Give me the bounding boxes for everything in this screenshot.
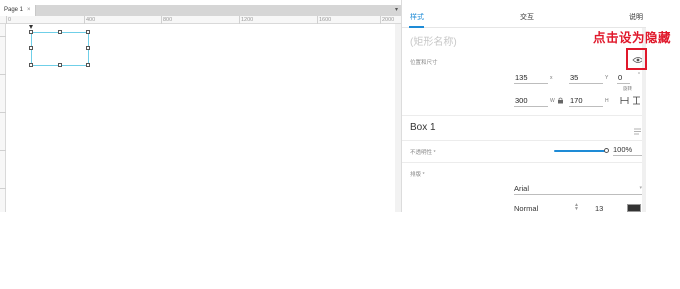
opacity-slider-handle[interactable] [604, 148, 609, 153]
opacity-label: 不透明性 * [410, 150, 436, 156]
font-size-field[interactable]: 13 [595, 204, 603, 212]
resize-handle[interactable] [58, 63, 62, 67]
resize-handle[interactable] [86, 46, 90, 50]
degree-symbol: ° [638, 72, 640, 78]
horizontal-ruler: 0 400 800 1200 1600 2000 [0, 16, 401, 24]
vertical-ruler [0, 24, 6, 212]
annotation-highlight-box [626, 48, 647, 70]
x-field[interactable]: 135 [514, 72, 548, 84]
width-axis-label: W [550, 98, 555, 104]
ruler-tick: 2000 [380, 16, 395, 24]
fit-width-icon[interactable] [620, 96, 629, 105]
font-family-select[interactable]: Arial ▾ [514, 183, 642, 195]
rotation-field[interactable]: 0 [617, 72, 630, 84]
shape-name-input[interactable]: (矩形名称) [410, 33, 457, 48]
origin-marker-icon [29, 25, 33, 29]
ruler-tick-mark [0, 36, 6, 37]
section-divider [402, 140, 646, 141]
resize-handle[interactable] [29, 46, 33, 50]
active-tab-indicator [409, 26, 424, 28]
resize-handle[interactable] [86, 63, 90, 67]
page-tab-bar: Page 1 × ▾ [0, 5, 401, 16]
rotation-label: 旋转 [623, 86, 632, 91]
resize-handle[interactable] [58, 30, 62, 34]
page-tab-page1[interactable]: Page 1 × [0, 5, 36, 16]
typography-label: 排版 * [410, 172, 425, 178]
position-size-label: 位置和尺寸 [410, 60, 438, 66]
text-color-swatch[interactable] [627, 204, 641, 212]
ruler-tick-mark [0, 150, 6, 151]
box-name-field[interactable]: Box 1 [410, 122, 436, 133]
font-size-stepper-icon[interactable]: ▲ ▼ [574, 203, 579, 212]
y-field[interactable]: 35 [569, 72, 603, 84]
canvas-area[interactable]: Page 1 × ▾ 0 400 800 1200 1600 2000 [0, 0, 401, 212]
fit-height-icon[interactable] [632, 96, 641, 105]
resize-handle[interactable] [86, 30, 90, 34]
height-field[interactable]: 170 [569, 95, 603, 107]
close-icon[interactable]: × [27, 7, 31, 13]
section-divider [402, 115, 646, 116]
height-axis-label: H [605, 98, 609, 104]
ruler-tick: 400 [84, 16, 96, 24]
opacity-field[interactable]: 100% [613, 144, 642, 156]
ruler-tick: 800 [161, 16, 173, 24]
ruler-tick: 1200 [239, 16, 254, 24]
font-weight-select[interactable]: Normal [514, 204, 538, 212]
annotation-callout-text: 点击设为隐藏 [593, 31, 672, 45]
section-divider [402, 162, 646, 163]
width-field[interactable]: 300 [514, 95, 548, 107]
tab-interactions[interactable]: 交互 [520, 12, 534, 22]
style-icon[interactable] [633, 123, 642, 135]
resize-handle[interactable] [29, 30, 33, 34]
tab-style[interactable]: 样式 [410, 12, 424, 22]
y-axis-label: Y [605, 75, 609, 81]
selected-rectangle[interactable] [29, 30, 90, 67]
page-tab-label: Page 1 [4, 7, 24, 13]
ruler-tick: 1600 [317, 16, 332, 24]
x-axis-label: x [550, 75, 553, 81]
font-family-value: Arial [514, 184, 530, 193]
tab-notes[interactable]: 说明 [629, 12, 643, 22]
ruler-tick-mark [0, 188, 6, 189]
resize-handle[interactable] [29, 63, 33, 67]
chevron-down-icon[interactable]: ▾ [395, 6, 398, 13]
opacity-slider-track[interactable] [554, 150, 606, 152]
lock-icon[interactable] [557, 97, 564, 104]
ruler-tick-mark [0, 74, 6, 75]
ruler-tick: 0 [6, 16, 12, 24]
inspector-tabs: 样式 交互 说明 [402, 0, 646, 28]
ruler-tick-mark [0, 112, 6, 113]
